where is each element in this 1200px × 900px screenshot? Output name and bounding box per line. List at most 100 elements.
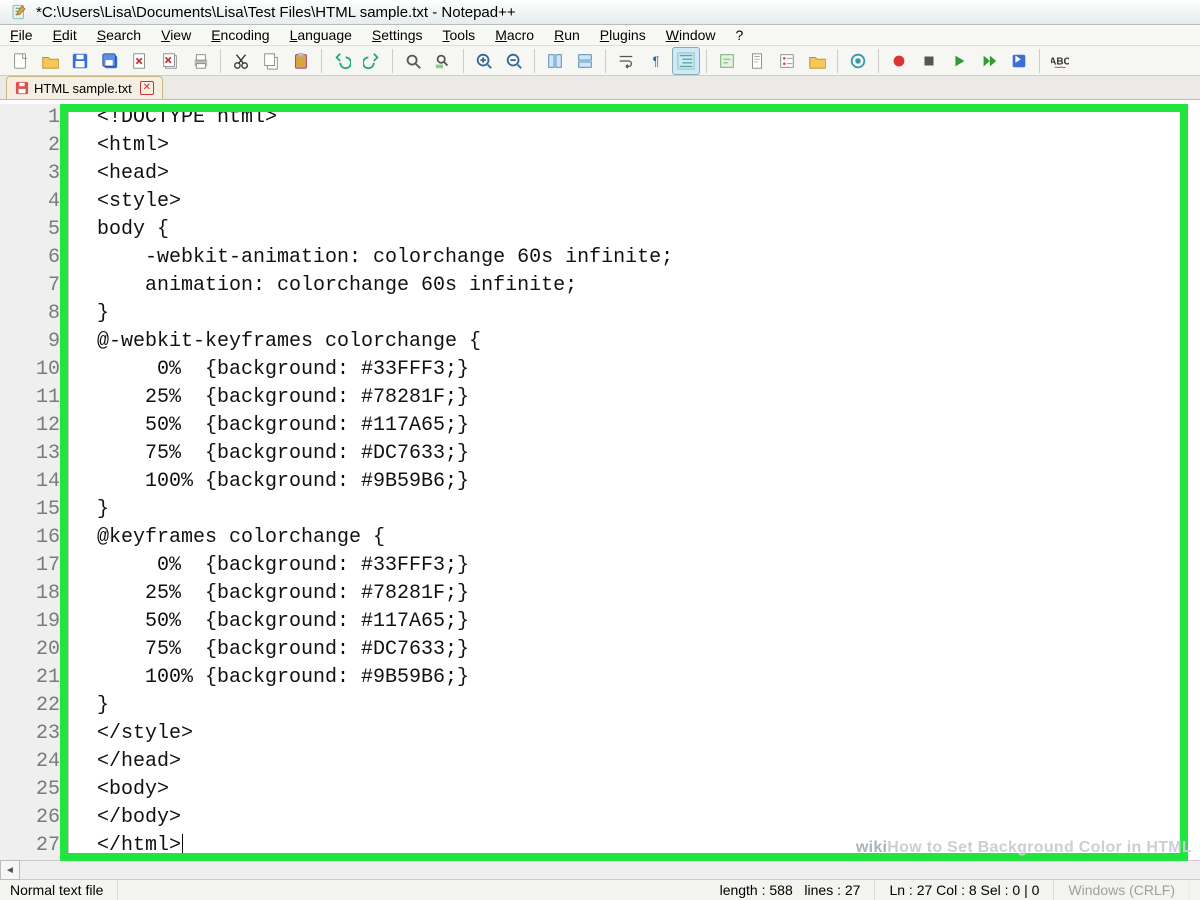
line-number: 24 [0,748,60,776]
code-line[interactable]: <html> [97,132,1200,160]
paste-icon[interactable] [287,47,315,75]
code-line[interactable]: <style> [97,188,1200,216]
menu-settings[interactable]: Settings [362,25,433,45]
menu-tools[interactable]: Tools [433,25,486,45]
show-all-chars-icon[interactable]: ¶ [642,47,670,75]
menu-file[interactable]: File [6,25,43,45]
code-line[interactable]: @keyframes colorchange { [97,524,1200,552]
code-line[interactable]: <head> [97,160,1200,188]
text-cursor [182,834,183,856]
menu-language[interactable]: Language [280,25,362,45]
close-icon[interactable] [126,47,154,75]
print-icon[interactable] [186,47,214,75]
code-line[interactable]: <!DOCTYPE html> [97,104,1200,132]
menu-window[interactable]: Window [656,25,726,45]
code-line[interactable]: </head> [97,748,1200,776]
svg-text:ABC: ABC [1051,56,1069,67]
code-line[interactable]: 25% {background: #78281F;} [97,384,1200,412]
spellcheck-icon[interactable]: ABC [1046,47,1074,75]
code-line[interactable]: 75% {background: #DC7633;} [97,440,1200,468]
code-line[interactable]: 50% {background: #117A65;} [97,412,1200,440]
line-number: 10 [0,356,60,384]
new-file-icon[interactable] [6,47,34,75]
line-number: 7 [0,272,60,300]
scroll-left-icon[interactable]: ◄ [0,860,20,880]
code-line[interactable]: @-webkit-keyframes colorchange { [97,328,1200,356]
code-line[interactable]: 25% {background: #78281F;} [97,580,1200,608]
line-number: 20 [0,636,60,664]
folder-icon[interactable] [803,47,831,75]
code-line[interactable]: body { [97,216,1200,244]
notepadpp-icon [10,3,28,21]
code-line[interactable]: 0% {background: #33FFF3;} [97,552,1200,580]
menu-view[interactable]: View [151,25,201,45]
line-number: 25 [0,776,60,804]
zoom-out-icon[interactable] [500,47,528,75]
menu-plugins[interactable]: Plugins [590,25,656,45]
menubar: FileEditSearchViewEncodingLanguageSettin… [0,25,1200,46]
save-icon[interactable] [66,47,94,75]
toolbar: ¶ ABC [0,46,1200,76]
stop-macro-icon[interactable] [915,47,943,75]
close-all-icon[interactable] [156,47,184,75]
cut-icon[interactable] [227,47,255,75]
code-line[interactable]: 0% {background: #33FFF3;} [97,356,1200,384]
code-line[interactable]: animation: colorchange 60s infinite; [97,272,1200,300]
func-list-icon[interactable] [773,47,801,75]
doc-map-icon[interactable] [743,47,771,75]
undo-icon[interactable] [328,47,356,75]
line-number: 14 [0,468,60,496]
replace-icon[interactable] [429,47,457,75]
file-tab[interactable]: HTML sample.txt ✕ [6,76,163,99]
indent-guide-icon[interactable] [672,47,700,75]
line-number: 12 [0,412,60,440]
copy-icon[interactable] [257,47,285,75]
redo-icon[interactable] [358,47,386,75]
toolbar-separator [706,49,707,73]
titlebar: *C:\Users\Lisa\Documents\Lisa\Test Files… [0,0,1200,25]
save-all-icon[interactable] [96,47,124,75]
menu-run[interactable]: Run [544,25,590,45]
line-number: 2 [0,132,60,160]
play-macro-icon[interactable] [945,47,973,75]
menu-edit[interactable]: Edit [43,25,87,45]
run-multi-icon[interactable] [975,47,1003,75]
line-gutter: 1234567891011121314151617181920212223242… [0,104,69,860]
open-file-icon[interactable] [36,47,64,75]
code-content[interactable]: <!DOCTYPE html><html><head><style>body {… [69,104,1200,860]
record-macro-icon[interactable] [885,47,913,75]
sync-v-icon[interactable] [541,47,569,75]
save-macro-icon[interactable] [1005,47,1033,75]
line-number: 19 [0,608,60,636]
monitor-icon[interactable] [844,47,872,75]
toolbar-separator [878,49,879,73]
status-position: Ln : 27 Col : 8 Sel : 0 | 0 [875,880,1054,900]
close-tab-icon[interactable]: ✕ [140,81,154,95]
menu-[interactable]: ? [726,25,754,45]
horizontal-scrollbar[interactable]: ◄ [0,860,1200,879]
code-line[interactable]: 75% {background: #DC7633;} [97,636,1200,664]
code-line[interactable]: 100% {background: #9B59B6;} [97,664,1200,692]
code-line[interactable]: 100% {background: #9B59B6;} [97,468,1200,496]
code-line[interactable]: </html> [97,832,1200,860]
unsaved-icon [15,81,29,95]
line-number: 4 [0,188,60,216]
menu-macro[interactable]: Macro [485,25,544,45]
user-lang-icon[interactable] [713,47,741,75]
wordwrap-icon[interactable] [612,47,640,75]
code-line[interactable]: } [97,300,1200,328]
menu-encoding[interactable]: Encoding [201,25,279,45]
code-line[interactable]: </body> [97,804,1200,832]
find-icon[interactable] [399,47,427,75]
menu-search[interactable]: Search [87,25,151,45]
code-line[interactable]: } [97,692,1200,720]
editor[interactable]: 1234567891011121314151617181920212223242… [0,100,1200,879]
code-line[interactable]: <body> [97,776,1200,804]
code-line[interactable]: } [97,496,1200,524]
code-line[interactable]: 50% {background: #117A65;} [97,608,1200,636]
line-number: 21 [0,664,60,692]
sync-h-icon[interactable] [571,47,599,75]
zoom-in-icon[interactable] [470,47,498,75]
code-line[interactable]: </style> [97,720,1200,748]
code-line[interactable]: -webkit-animation: colorchange 60s infin… [97,244,1200,272]
